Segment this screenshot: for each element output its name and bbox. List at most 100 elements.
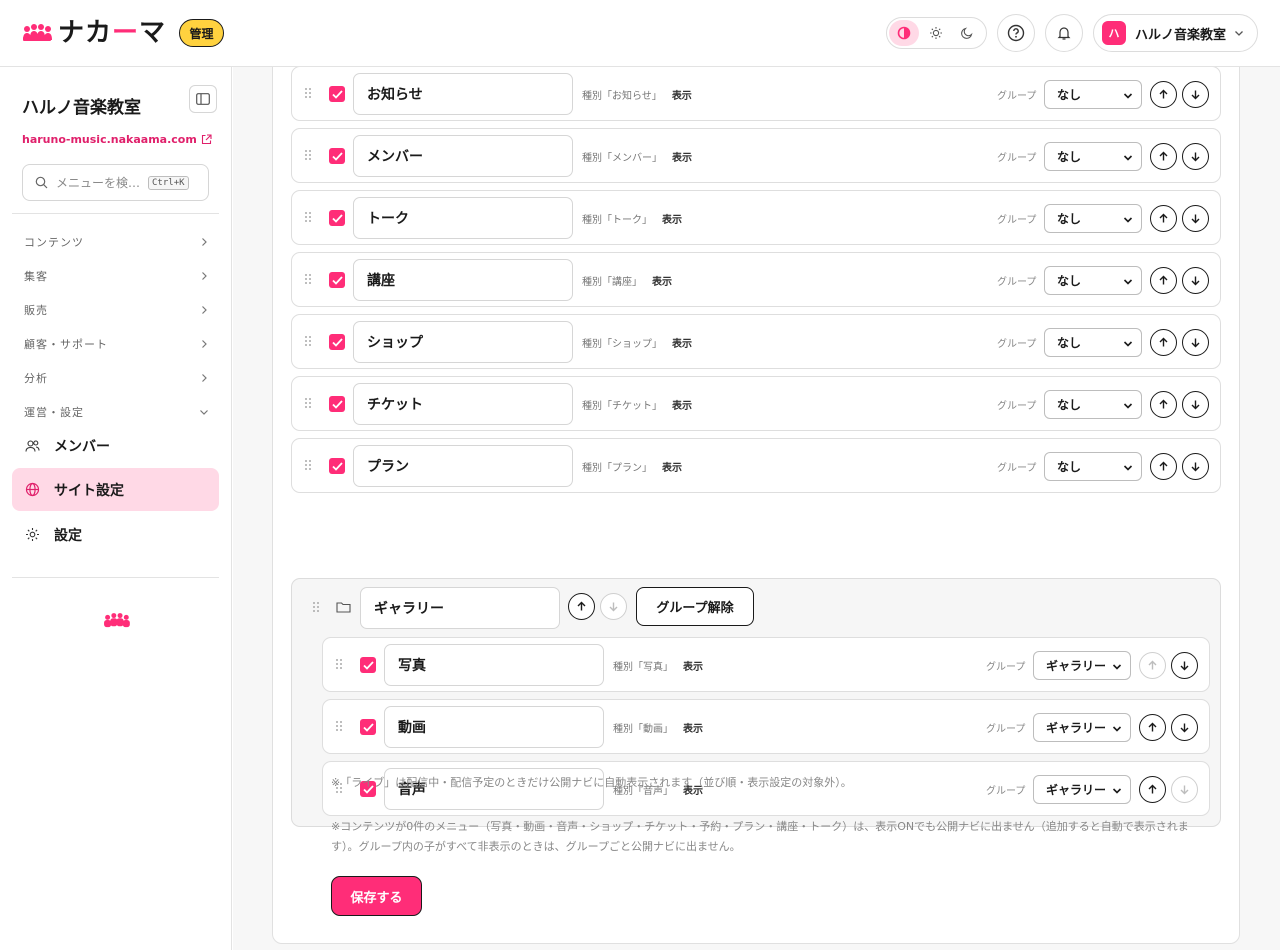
visibility-checkbox[interactable]: [329, 396, 345, 412]
move-down-button[interactable]: [1182, 205, 1209, 232]
move-up-button[interactable]: [1150, 143, 1177, 170]
help-button[interactable]: [997, 14, 1035, 52]
kind-label: 種別「プラン」: [582, 463, 652, 474]
group-select[interactable]: なし: [1044, 328, 1142, 357]
move-down-button[interactable]: [1171, 652, 1198, 679]
group-select[interactable]: ギャラリー: [1033, 651, 1131, 680]
check-icon: [362, 660, 374, 670]
group-field-label: グループ: [997, 463, 1037, 474]
drag-handle-icon[interactable]: [335, 658, 343, 670]
visibility-checkbox[interactable]: [329, 334, 345, 350]
sidebar-category-analytics[interactable]: 分析: [24, 370, 209, 386]
menu-name-input[interactable]: チケット: [353, 383, 573, 425]
site-switcher-name: ハルノ音楽教室: [1135, 27, 1227, 43]
sidebar-category-marketing[interactable]: 集客: [24, 268, 209, 284]
notifications-button[interactable]: [1045, 14, 1083, 52]
arrow-down-icon: [1191, 462, 1200, 472]
drag-handle-icon[interactable]: [304, 397, 312, 409]
sidebar-item-settings[interactable]: 設定: [12, 513, 219, 556]
menu-name-input[interactable]: ショップ: [353, 321, 573, 363]
group-select[interactable]: なし: [1044, 452, 1142, 481]
move-down-button[interactable]: [1182, 267, 1209, 294]
drag-handle-icon[interactable]: [304, 149, 312, 161]
sidebar-category-sales[interactable]: 販売: [24, 302, 209, 318]
move-down-button[interactable]: [1182, 453, 1209, 480]
menu-name-input[interactable]: 写真: [384, 644, 604, 686]
move-down-button[interactable]: [1182, 391, 1209, 418]
move-down-button[interactable]: [1182, 143, 1209, 170]
menu-name-input[interactable]: トーク: [353, 197, 573, 239]
external-link-icon: [201, 134, 212, 145]
sidebar-item-members[interactable]: メンバー: [12, 424, 219, 467]
visibility-checkbox[interactable]: [360, 719, 376, 735]
move-up-button[interactable]: [1150, 329, 1177, 356]
site-switcher[interactable]: ハ ハルノ音楽教室: [1093, 14, 1258, 52]
drag-handle-icon[interactable]: [304, 87, 312, 99]
group-select[interactable]: なし: [1044, 80, 1142, 109]
group-select[interactable]: なし: [1044, 204, 1142, 233]
arrow-up-icon: [577, 601, 586, 611]
menu-search-input[interactable]: メニューを検… Ctrl+K: [22, 164, 209, 201]
theme-dark-button[interactable]: [952, 20, 982, 46]
visibility-checkbox[interactable]: [360, 657, 376, 673]
arrow-down-icon: [1191, 338, 1200, 348]
menu-name-input[interactable]: お知らせ: [353, 73, 573, 115]
menu-name-input[interactable]: 講座: [353, 259, 573, 301]
group-select[interactable]: なし: [1044, 390, 1142, 419]
menu-name-input[interactable]: メンバー: [353, 135, 573, 177]
visibility-checkbox[interactable]: [329, 272, 345, 288]
check-icon: [331, 275, 343, 285]
drag-handle-icon[interactable]: [312, 601, 320, 613]
ungroup-button[interactable]: グループ解除: [636, 587, 754, 626]
move-down-button[interactable]: [1182, 329, 1209, 356]
check-icon: [362, 722, 374, 732]
move-up-button[interactable]: [1150, 391, 1177, 418]
group-select[interactable]: ギャラリー: [1033, 713, 1131, 742]
move-up-button[interactable]: [1139, 714, 1166, 741]
save-button[interactable]: 保存する: [331, 876, 422, 916]
group-select[interactable]: なし: [1044, 266, 1142, 295]
theme-light-button[interactable]: [921, 20, 951, 46]
sidebar-divider: [12, 577, 219, 578]
sidebar-category-operations[interactable]: 運営・設定: [24, 404, 209, 420]
move-up-button[interactable]: [1150, 81, 1177, 108]
drag-handle-icon[interactable]: [304, 273, 312, 285]
menu-row: ショップ 種別「ショップ」 表示 グループ なし: [291, 314, 1221, 369]
drag-handle-icon[interactable]: [304, 211, 312, 223]
theme-contrast-button[interactable]: [889, 20, 919, 46]
site-url-link[interactable]: haruno-music.nakaama.com: [22, 133, 212, 146]
move-down-button[interactable]: [1182, 81, 1209, 108]
drag-handle-icon[interactable]: [335, 720, 343, 732]
group-name-input[interactable]: ギャラリー: [360, 587, 560, 629]
menu-name-input[interactable]: プラン: [353, 445, 573, 487]
arrow-down-icon: [1191, 152, 1200, 162]
menu-kind-text: 種別「メンバー」 表示: [582, 149, 692, 164]
move-up-button[interactable]: [1150, 453, 1177, 480]
move-up-button[interactable]: [1150, 267, 1177, 294]
sidebar-category-contents[interactable]: コンテンツ: [24, 234, 209, 250]
sidebar-toggle-icon: [196, 93, 210, 105]
sidebar-item-site-settings[interactable]: サイト設定: [12, 468, 219, 511]
sidebar-category-customers[interactable]: 顧客・サポート: [24, 336, 209, 352]
visibility-checkbox[interactable]: [329, 148, 345, 164]
app-logo[interactable]: ナカーマ: [22, 18, 166, 48]
drag-handle-icon[interactable]: [304, 335, 312, 347]
move-up-button[interactable]: [1139, 652, 1166, 679]
sidebar-collapse-button[interactable]: [189, 85, 217, 113]
group-move-down-button[interactable]: [600, 593, 627, 620]
visibility-checkbox[interactable]: [329, 210, 345, 226]
move-down-button[interactable]: [1171, 714, 1198, 741]
menu-row: メンバー 種別「メンバー」 表示 グループ なし: [291, 128, 1221, 183]
menu-name-input[interactable]: 動画: [384, 706, 604, 748]
group-move-up-button[interactable]: [568, 593, 595, 620]
arrow-down-icon: [1191, 90, 1200, 100]
visibility-checkbox[interactable]: [329, 86, 345, 102]
menu-kind-text: 種別「写真」 表示: [613, 658, 703, 673]
category-label: コンテンツ: [24, 236, 84, 249]
visibility-checkbox[interactable]: [329, 458, 345, 474]
drag-handle-icon[interactable]: [304, 459, 312, 471]
group-select-value: なし: [1057, 212, 1082, 226]
move-up-button[interactable]: [1150, 205, 1177, 232]
theme-toggle: [886, 17, 987, 49]
group-select[interactable]: なし: [1044, 142, 1142, 171]
